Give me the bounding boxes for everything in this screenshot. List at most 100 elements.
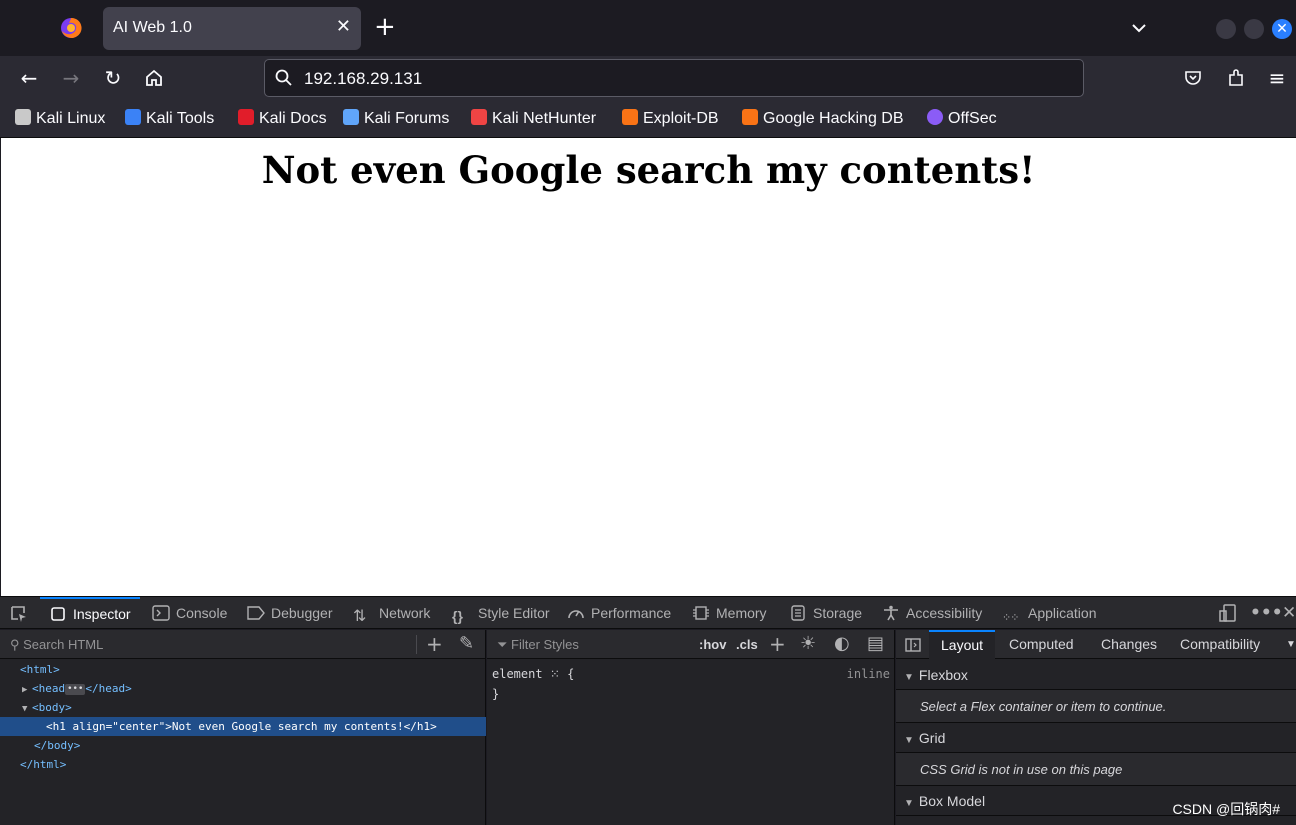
bookmarks-toolbar: Kali Linux Kali Tools Kali Docs Kali For… <box>0 100 1296 138</box>
eyedropper-icon[interactable]: ✎ <box>459 635 474 653</box>
reload-icon[interactable]: ↻ <box>102 67 124 89</box>
extensions-icon[interactable] <box>1226 68 1246 88</box>
offsec-icon <box>927 109 943 125</box>
markup-toolbar: ⚲ Search HTML + ✎ <box>0 630 485 659</box>
tab-computed[interactable]: Computed <box>1009 630 1074 659</box>
tab-console[interactable]: Console <box>152 597 227 629</box>
rule-selector: element <box>492 667 543 681</box>
grid-section-header[interactable]: ▼ Grid <box>896 723 1296 753</box>
classes-toggle[interactable]: .cls <box>736 637 758 652</box>
markup-node-body[interactable]: ▼ <body> <box>0 698 486 717</box>
grid-dots-icon: ⁙ <box>549 667 560 681</box>
tab-debugger[interactable]: Debugger <box>247 597 333 629</box>
divider <box>416 635 417 654</box>
collapsed-ellipsis-icon[interactable]: ••• <box>65 684 86 695</box>
chevron-down-icon[interactable]: ▼ <box>1286 630 1296 659</box>
window-close-button[interactable]: ✕ <box>1272 19 1292 39</box>
search-html-input[interactable]: ⚲ Search HTML <box>10 637 103 653</box>
rule-close-brace: } <box>492 687 500 701</box>
add-rule-icon[interactable]: + <box>769 634 786 654</box>
responsive-design-icon[interactable] <box>1219 604 1237 622</box>
performance-icon <box>568 610 584 619</box>
browser-tab[interactable]: AI Web 1.0 ✕ <box>103 7 361 50</box>
tab-storage[interactable]: Storage <box>789 597 862 629</box>
chevron-down-icon[interactable] <box>1130 19 1148 37</box>
rules-list: element ⁙ { } <box>492 664 574 704</box>
markup-node-body-close[interactable]: </body> <box>0 736 486 755</box>
markup-node-h1[interactable]: <h1 align="center">Not even Google searc… <box>0 717 486 736</box>
layout-pane: Layout Computed Changes Compatibility ▼ … <box>896 630 1296 825</box>
markup-node-html[interactable]: <html> <box>0 660 486 679</box>
search-icon <box>275 69 292 86</box>
bookmark-kali-docs[interactable]: Kali Docs <box>238 109 327 128</box>
close-devtools-icon[interactable]: ✕ <box>1282 604 1296 622</box>
storage-icon <box>791 605 805 621</box>
devtools-toolbar: Inspector Console Debugger ⇅ Network {} St… <box>0 596 1296 629</box>
hamburger-menu-icon[interactable]: ≡ <box>1266 67 1288 89</box>
console-icon <box>152 605 170 621</box>
rules-toolbar: ⏷ Filter Styles :hov .cls + ☀ ◐ ▤ <box>487 630 894 659</box>
tab-network[interactable]: ⇅ Network <box>353 597 430 629</box>
home-icon[interactable] <box>144 68 164 88</box>
bookmark-kali-forums[interactable]: Kali Forums <box>343 109 449 128</box>
toggle-sidebar-icon[interactable] <box>905 637 921 653</box>
print-media-icon[interactable]: ▤ <box>867 635 884 653</box>
tab-style-editor[interactable]: {} Style Editor <box>452 597 550 629</box>
markup-node-html-close[interactable]: </html> <box>0 755 486 774</box>
new-tab-button[interactable]: + <box>374 14 396 40</box>
pocket-icon[interactable] <box>1183 68 1203 88</box>
kali-docs-icon <box>238 109 254 125</box>
tab-performance[interactable]: Performance <box>567 597 671 629</box>
tab-layout[interactable]: Layout <box>929 630 996 659</box>
inspector-icon <box>51 607 65 621</box>
bookmark-kali-linux[interactable]: Kali Linux <box>15 109 105 128</box>
tab-application[interactable]: ⁘⁘ Application <box>1002 597 1097 629</box>
url-text[interactable]: 192.168.29.131 <box>304 69 422 89</box>
tab-strip: AI Web 1.0 ✕ + ✕ <box>0 0 1296 56</box>
navigation-toolbar: ← → ↻ 192.168.29.131 ≡ <box>0 56 1296 100</box>
rules-pane: ⏷ Filter Styles :hov .cls + ☀ ◐ ▤ elemen… <box>487 630 895 825</box>
bookmark-exploit-db[interactable]: Exploit-DB <box>622 109 719 128</box>
rule-source-label: inline <box>846 667 890 681</box>
tab-compatibility[interactable]: Compatibility <box>1180 630 1260 659</box>
more-options-icon[interactable]: ••• <box>1250 604 1283 622</box>
markup-node-head[interactable]: ▶ <head ••• </head> <box>0 679 486 698</box>
grid-message: CSS Grid is not in use on this page <box>896 753 1296 786</box>
collapse-triangle-icon: ▼ <box>904 735 914 746</box>
page-content: Not even Google search my contents! <box>1 138 1296 596</box>
url-bar[interactable]: 192.168.29.131 <box>264 59 1084 97</box>
markup-pane: ⚲ Search HTML + ✎ <html> ▶ <head ••• </head… <box>0 630 486 825</box>
watermark-text: CSDN @回锅肉# <box>1172 801 1280 817</box>
filter-styles-input[interactable]: ⏷ Filter Styles <box>497 637 579 653</box>
firefox-icon[interactable] <box>60 17 82 39</box>
minimize-button[interactable] <box>1216 19 1236 39</box>
bookmark-kali-tools[interactable]: Kali Tools <box>125 109 214 128</box>
tab-changes[interactable]: Changes <box>1101 630 1157 659</box>
kali-tools-icon <box>125 109 141 125</box>
application-icon: ⁘⁘ <box>1002 612 1019 624</box>
rule-selector-line[interactable]: element ⁙ { <box>492 664 574 684</box>
light-scheme-icon[interactable]: ☀ <box>800 635 816 653</box>
hover-state-toggle[interactable]: :hov <box>699 637 726 652</box>
forward-arrow-icon[interactable]: → <box>60 67 82 89</box>
memory-icon <box>693 606 709 620</box>
tab-title: AI Web 1.0 <box>113 19 192 36</box>
dark-scheme-icon[interactable]: ◐ <box>834 635 850 653</box>
flexbox-section-header[interactable]: ▼ Flexbox <box>896 660 1296 690</box>
back-arrow-icon[interactable]: ← <box>18 67 40 89</box>
tab-memory[interactable]: Memory <box>692 597 767 629</box>
bookmark-kali-nethunter[interactable]: Kali NetHunter <box>471 109 596 128</box>
bookmark-google-hacking-db[interactable]: Google Hacking DB <box>742 109 904 128</box>
accessibility-icon <box>884 605 898 621</box>
add-node-icon[interactable]: + <box>426 634 443 654</box>
maximize-button[interactable] <box>1244 19 1264 39</box>
bookmark-offsec[interactable]: OffSec <box>927 109 997 128</box>
element-picker-icon[interactable] <box>10 605 28 623</box>
close-tab-icon[interactable]: ✕ <box>336 18 351 36</box>
tab-accessibility[interactable]: Accessibility <box>882 597 982 629</box>
tab-inspector[interactable]: Inspector <box>40 597 140 629</box>
network-icon: ⇅ <box>353 608 367 625</box>
collapse-triangle-icon[interactable]: ▼ <box>22 700 32 719</box>
kali-nethunter-icon <box>471 109 487 125</box>
collapse-triangle-icon: ▼ <box>904 672 914 683</box>
